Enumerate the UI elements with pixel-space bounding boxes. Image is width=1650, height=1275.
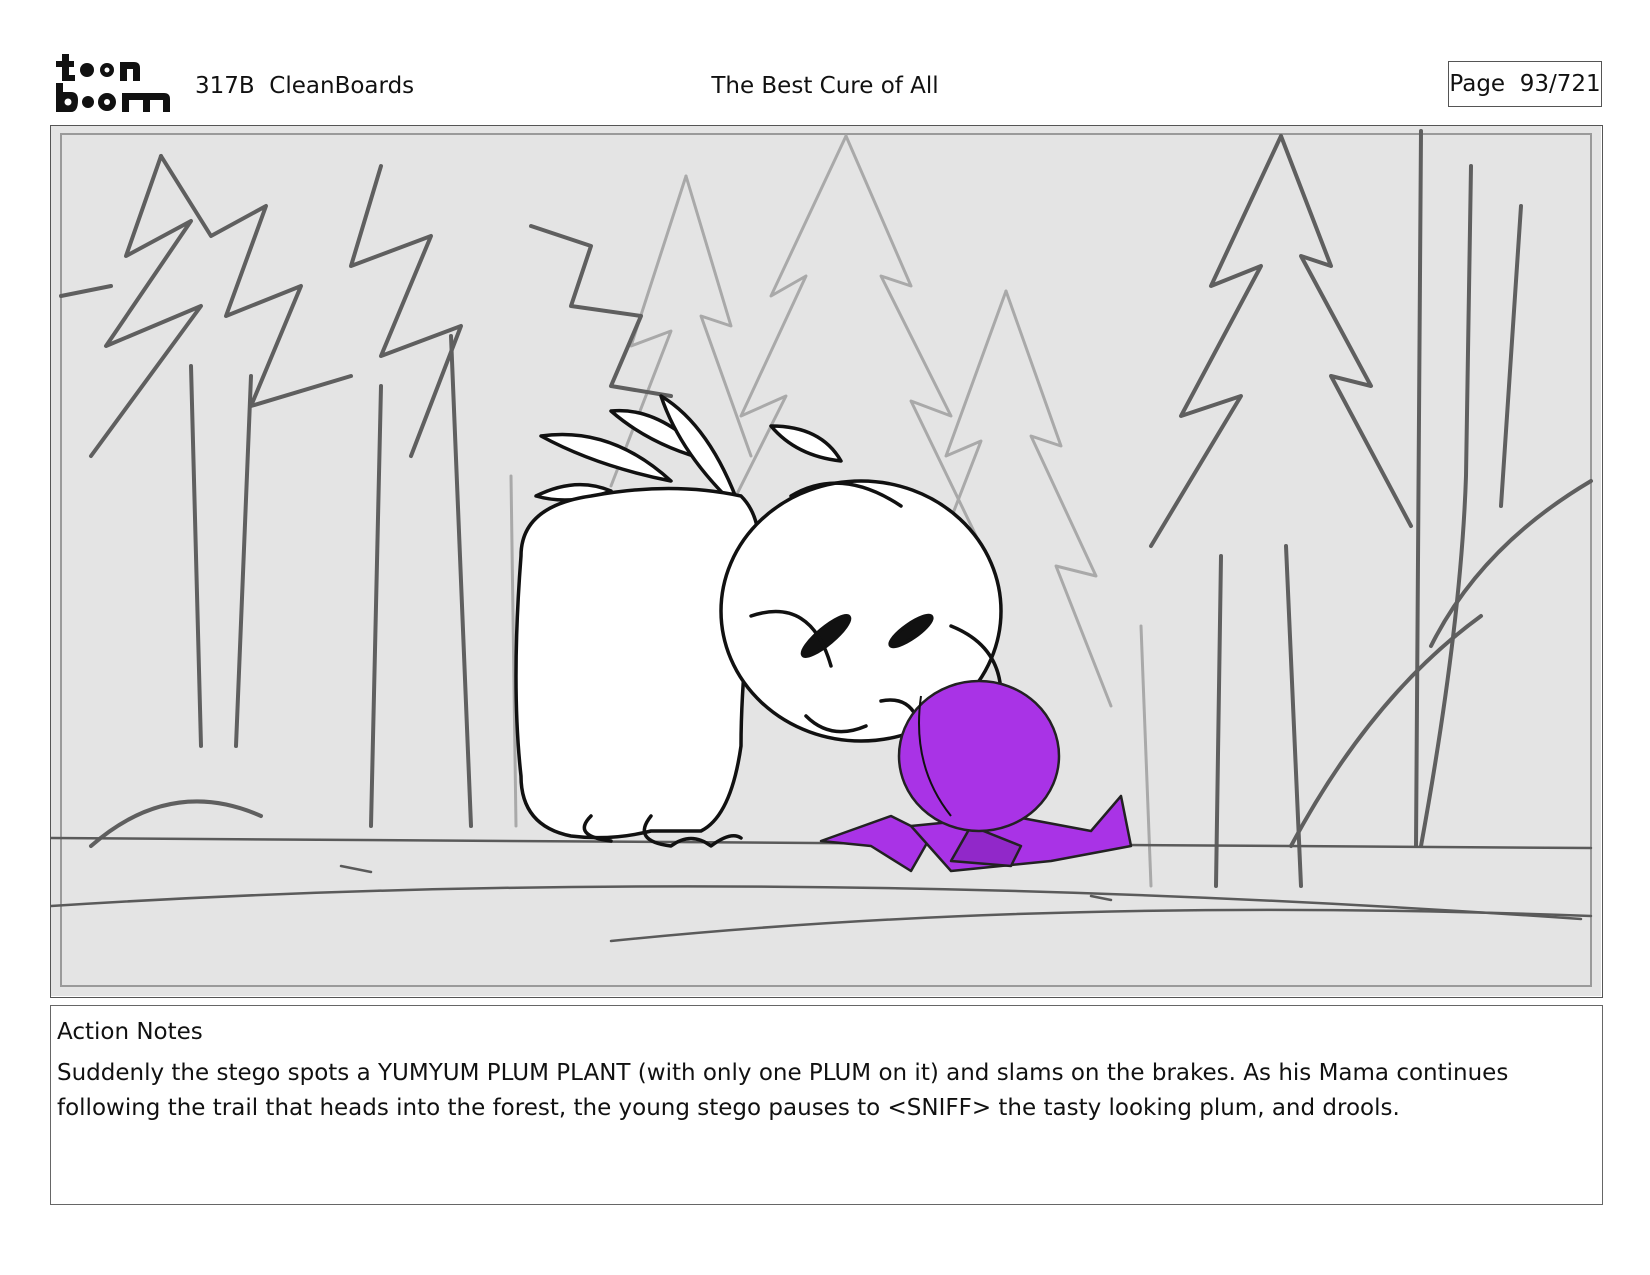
storyboard-drawing bbox=[51, 126, 1601, 996]
page-indicator: Page 93/721 bbox=[1448, 61, 1602, 107]
document-title: The Best Cure of All bbox=[711, 73, 939, 99]
action-notes-box: Action Notes Suddenly the stego spots a … bbox=[50, 1005, 1603, 1205]
action-notes-text: Suddenly the stego spots a YUMYUM PLUM P… bbox=[57, 1060, 1509, 1121]
storyboard-panel bbox=[50, 125, 1603, 998]
action-notes-heading: Action Notes bbox=[57, 1019, 203, 1045]
